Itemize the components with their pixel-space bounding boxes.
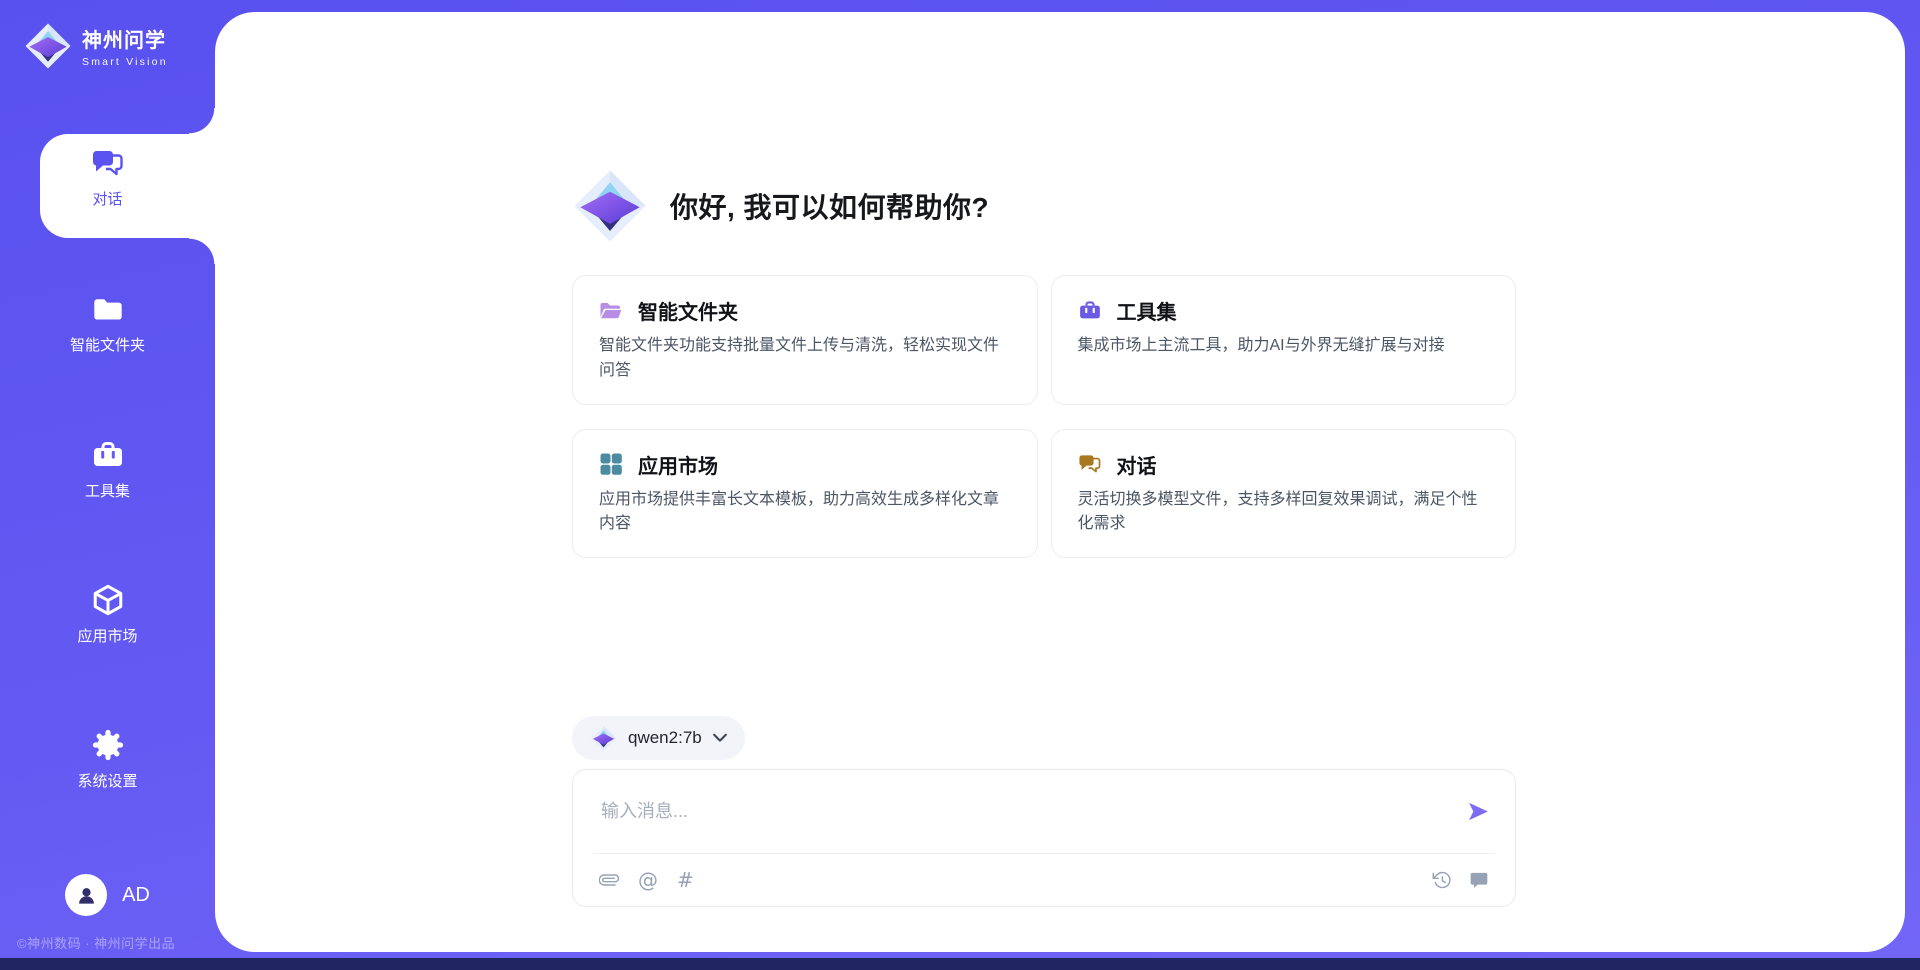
message-composer: @ # (572, 769, 1516, 907)
user-initials: AD (122, 884, 150, 907)
chat-history-button[interactable] (1469, 870, 1489, 890)
card-smart-folder[interactable]: 智能文件夹 智能文件夹功能支持批量文件上传与清洗，轻松实现文件问答 (572, 275, 1038, 405)
gear-icon (90, 728, 126, 762)
sidebar-item-label: 工具集 (85, 480, 130, 501)
brand-logo[interactable]: 神州问学 Smart Vision (24, 22, 168, 70)
greeting-text: 你好, 我可以如何帮助你? (670, 186, 989, 226)
folder-icon (90, 292, 126, 326)
toolbox-icon (1078, 300, 1102, 322)
model-selector[interactable]: qwen2:7b (572, 716, 745, 760)
mention-button[interactable]: @ (638, 870, 658, 890)
chat-bubble-icon (1469, 870, 1489, 890)
card-app-market[interactable]: 应用市场 应用市场提供丰富长文本模板，助力高效生成多样化文章内容 (572, 429, 1038, 559)
open-folder-icon (599, 300, 623, 322)
copyright-footer: ©神州数码 · 神州问学出品 (17, 933, 175, 952)
sidebar-item-toolset[interactable]: 工具集 (0, 438, 215, 501)
message-input[interactable] (593, 801, 1463, 822)
paperclip-icon (599, 870, 619, 890)
greeting: 你好, 我可以如何帮助你? (572, 168, 989, 244)
send-icon (1467, 800, 1490, 823)
hashtag-button[interactable]: # (677, 870, 694, 890)
card-description: 智能文件夹功能支持批量文件上传与清洗，轻松实现文件问答 (599, 334, 1011, 384)
sidebar-item-settings[interactable]: 系统设置 (0, 728, 215, 791)
chevron-down-icon (713, 733, 727, 742)
feature-cards: 智能文件夹 智能文件夹功能支持批量文件上传与清洗，轻松实现文件问答 工具集 集成… (572, 275, 1516, 558)
brand-diamond-icon (24, 22, 72, 70)
card-title: 工具集 (1117, 296, 1177, 325)
attach-file-button[interactable] (599, 870, 619, 890)
app-window: 神州问学 Smart Vision 对话 智能文件夹 工具集 (0, 0, 1920, 970)
assistant-diamond-icon (572, 168, 648, 244)
card-description: 灵活切换多模型文件，支持多样回复效果调试，满足个性化需求 (1078, 488, 1490, 538)
send-button[interactable] (1463, 797, 1493, 827)
chat-icon (90, 146, 126, 180)
sidebar-item-label: 对话 (92, 188, 122, 209)
tab-curve-bottom (189, 238, 215, 264)
model-name: qwen2:7b (628, 728, 702, 748)
cube-icon (90, 583, 126, 617)
sidebar-item-app-market[interactable]: 应用市场 (0, 583, 215, 646)
card-title: 应用市场 (638, 450, 718, 479)
model-diamond-icon (590, 725, 617, 752)
bottom-scrollbar-strip (0, 958, 1920, 970)
grid-icon (599, 453, 623, 475)
card-description: 集成市场上主流工具，助力AI与外界无缝扩展与对接 (1078, 334, 1490, 359)
tab-curve-top (189, 108, 215, 134)
main-panel: 你好, 我可以如何帮助你? 智能文件夹 智能文件夹功能支持批量文件上传与清洗，轻… (215, 12, 1905, 952)
sidebar-item-chat[interactable]: 对话 (0, 146, 215, 209)
sidebar-item-label: 智能文件夹 (70, 334, 145, 355)
sidebar-item-smart-folder[interactable]: 智能文件夹 (0, 292, 215, 355)
card-description: 应用市场提供丰富长文本模板，助力高效生成多样化文章内容 (599, 488, 1011, 538)
avatar (65, 874, 107, 916)
brand-subtitle: Smart Vision (82, 56, 168, 68)
person-icon (75, 884, 98, 907)
user-profile[interactable]: AD (0, 874, 215, 916)
card-title: 对话 (1117, 450, 1157, 479)
card-chat[interactable]: 对话 灵活切换多模型文件，支持多样回复效果调试，满足个性化需求 (1051, 429, 1517, 559)
history-icon (1432, 870, 1452, 890)
card-toolset[interactable]: 工具集 集成市场上主流工具，助力AI与外界无缝扩展与对接 (1051, 275, 1517, 405)
brand-name: 神州问学 (82, 24, 168, 53)
history-button[interactable] (1432, 870, 1452, 890)
sidebar: 神州问学 Smart Vision 对话 智能文件夹 工具集 (0, 0, 215, 970)
toolbox-icon (90, 438, 126, 472)
sidebar-item-label: 系统设置 (77, 770, 137, 791)
chat-icon (1078, 453, 1102, 475)
sidebar-item-label: 应用市场 (77, 625, 137, 646)
card-title: 智能文件夹 (638, 296, 738, 325)
